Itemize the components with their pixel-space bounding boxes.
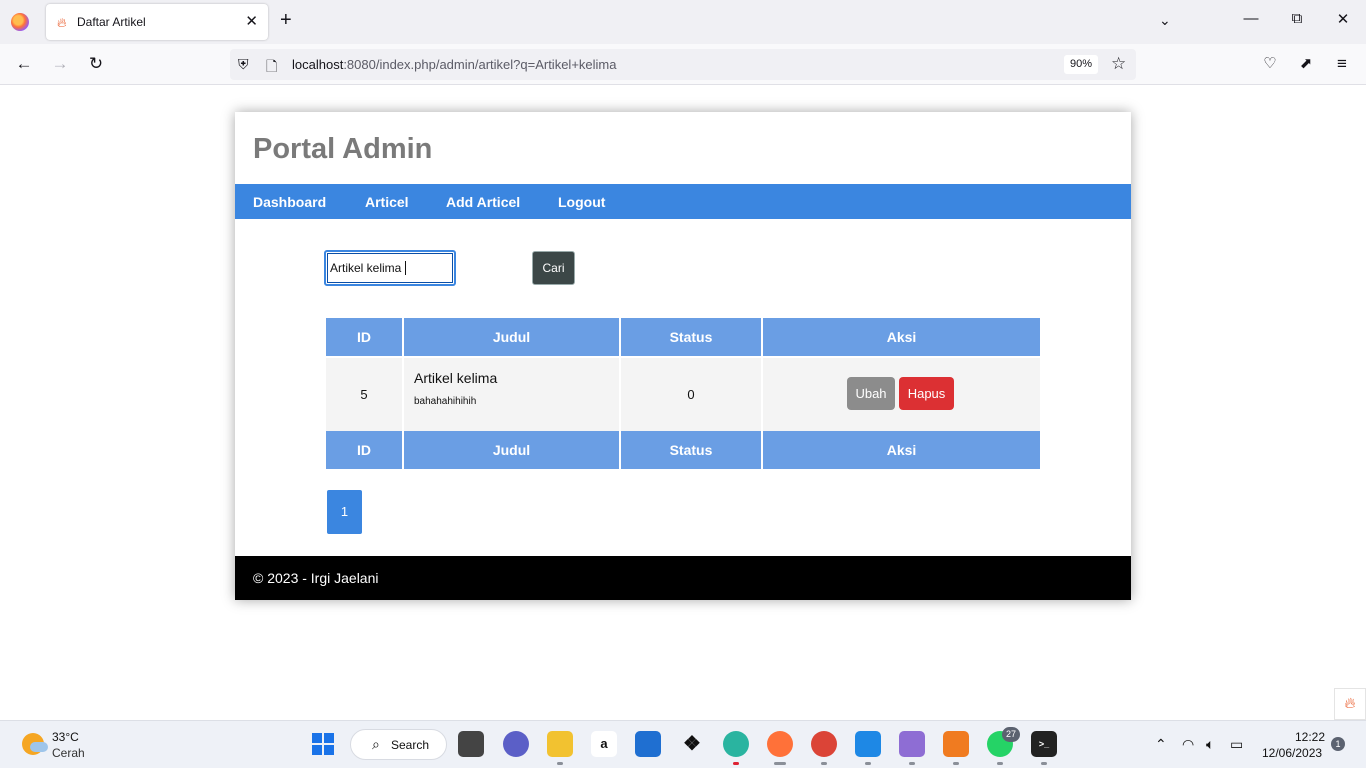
footer-status: Status — [621, 431, 761, 469]
nav-articel[interactable]: Articel — [365, 194, 409, 210]
active-indicator — [774, 762, 786, 765]
firefox-icon[interactable] — [767, 731, 793, 757]
copyright-text: © 2023 - Irgi Jaelani — [253, 570, 379, 586]
wifi-icon[interactable]: ◠ — [1182, 736, 1194, 753]
terminal-icon[interactable]: >_ — [1031, 731, 1057, 757]
delete-button[interactable]: Hapus — [899, 377, 954, 410]
browser-tab-strip: 🔥︎ Daftar Artikel ✕ + ⌄ — ⧉ ✕ — [0, 0, 1366, 44]
dropbox-icon[interactable]: ❖ — [679, 731, 705, 757]
page-info-icon[interactable]: 🗋 — [266, 56, 277, 80]
close-tab-icon[interactable]: ✕ — [245, 12, 258, 30]
search-input[interactable]: Artikel kelima — [324, 250, 456, 286]
nav-logout[interactable]: Logout — [558, 194, 605, 210]
cell-judul: Artikel kelima bahahahihihih — [404, 358, 619, 432]
search-input-value: Artikel kelima — [330, 261, 402, 275]
new-tab-icon[interactable]: + — [280, 9, 292, 32]
microsoft-store-icon[interactable] — [635, 731, 661, 757]
running-indicator — [909, 762, 915, 765]
admin-container: Portal Admin Dashboard Articel Add Artic… — [235, 112, 1131, 600]
main-nav: Dashboard Articel Add Articel Logout — [235, 184, 1131, 219]
url-text[interactable]: localhost:8080/index.php/admin/artikel?q… — [292, 57, 616, 72]
chrome-icon[interactable] — [811, 731, 837, 757]
header-status: Status — [621, 318, 761, 356]
vscode-icon[interactable] — [855, 731, 881, 757]
minimize-window-icon[interactable]: — — [1241, 10, 1261, 27]
edge-icon[interactable] — [723, 731, 749, 757]
browser-toolbar: ← → ↻ ⛨ 🗋 localhost:8080/index.php/admin… — [0, 44, 1366, 85]
header-judul: Judul — [404, 318, 619, 356]
footer-judul: Judul — [404, 431, 619, 469]
taskbar-search[interactable]: ⌕ Search — [350, 729, 447, 760]
cell-aksi: Ubah Hapus — [763, 358, 1040, 432]
header-id: ID — [326, 318, 402, 356]
extensions-icon[interactable]: ⬈ — [1295, 54, 1317, 72]
text-caret — [405, 261, 406, 275]
article-excerpt: bahahahihihih — [414, 396, 477, 407]
pagination-page-1[interactable]: 1 — [327, 490, 362, 534]
bookmark-star-icon[interactable]: ☆ — [1111, 54, 1126, 74]
forward-icon[interactable]: → — [49, 54, 71, 74]
nav-dashboard[interactable]: Dashboard — [253, 194, 326, 210]
browser-tab[interactable]: 🔥︎ Daftar Artikel ✕ — [46, 4, 268, 40]
search-icon: ⌕ — [372, 736, 380, 752]
app-menu-icon[interactable]: ≡ — [1331, 54, 1353, 74]
start-icon[interactable] — [310, 731, 336, 757]
running-indicator — [1041, 762, 1047, 765]
running-indicator — [865, 762, 871, 765]
windows-taskbar: 33°C Cerah ⌕ Search a ❖ 27 >_ ⌃ ◠ 🔈︎ ▭ 1… — [0, 720, 1366, 768]
back-icon[interactable]: ← — [13, 54, 35, 74]
running-indicator — [997, 762, 1003, 765]
article-title[interactable]: Artikel kelima — [414, 370, 497, 386]
clock-date[interactable]: 12/06/2023 — [1262, 746, 1322, 760]
running-indicator — [733, 762, 739, 765]
weather-description[interactable]: Cerah — [52, 746, 85, 760]
git-client-icon[interactable] — [899, 731, 925, 757]
file-explorer-icon[interactable] — [547, 731, 573, 757]
tab-title: Daftar Artikel — [77, 15, 146, 29]
xampp-icon[interactable] — [943, 731, 969, 757]
weather-temperature[interactable]: 33°C — [52, 730, 79, 744]
whatsapp-badge: 27 — [1002, 727, 1020, 742]
close-window-icon[interactable]: ✕ — [1333, 10, 1353, 28]
running-indicator — [953, 762, 959, 765]
cell-id: 5 — [326, 358, 402, 432]
volume-icon[interactable]: 🔈︎ — [1206, 736, 1214, 753]
page-header: Portal Admin — [235, 112, 1131, 184]
nav-add-articel[interactable]: Add Articel — [446, 194, 520, 210]
teams-chat-icon[interactable] — [503, 731, 529, 757]
reload-icon[interactable]: ↻ — [85, 54, 107, 74]
zoom-level[interactable]: 90% — [1064, 55, 1099, 74]
list-all-tabs-icon[interactable]: ⌄ — [1159, 12, 1171, 29]
brand-title: Portal Admin — [253, 133, 433, 165]
edit-button[interactable]: Ubah — [847, 377, 895, 410]
flame-favicon-icon: 🔥︎ — [57, 15, 67, 30]
notification-count[interactable]: 1 — [1331, 737, 1345, 751]
page-viewport: Portal Admin Dashboard Articel Add Artic… — [0, 85, 1366, 720]
footer-id: ID — [326, 431, 402, 469]
page-footer: © 2023 - Irgi Jaelani — [235, 556, 1131, 600]
weather-icon[interactable] — [22, 733, 48, 755]
cell-status: 0 — [621, 358, 761, 432]
clock-time[interactable]: 12:22 — [1295, 730, 1325, 744]
amazon-icon[interactable]: a — [591, 731, 617, 757]
footer-aksi: Aksi — [763, 431, 1040, 469]
running-indicator — [557, 762, 563, 765]
sidebar-flame-icon[interactable]: 🔥︎ — [1334, 688, 1366, 720]
task-view-icon[interactable] — [458, 731, 484, 757]
tracking-shield-icon[interactable]: ⛨ — [238, 56, 249, 73]
header-aksi: Aksi — [763, 318, 1040, 356]
show-hidden-icons-icon[interactable]: ⌃ — [1155, 736, 1167, 753]
taskbar-search-label: Search — [391, 738, 430, 752]
battery-icon[interactable]: ▭ — [1230, 736, 1243, 753]
search-button[interactable]: Cari — [532, 251, 575, 285]
running-indicator — [821, 762, 827, 765]
pocket-icon[interactable]: ♡ — [1259, 54, 1281, 72]
restore-window-icon[interactable]: ⧉ — [1287, 10, 1307, 27]
address-bar[interactable]: ⛨ 🗋 localhost:8080/index.php/admin/artik… — [230, 49, 1136, 80]
firefox-logo-icon[interactable] — [11, 13, 29, 31]
